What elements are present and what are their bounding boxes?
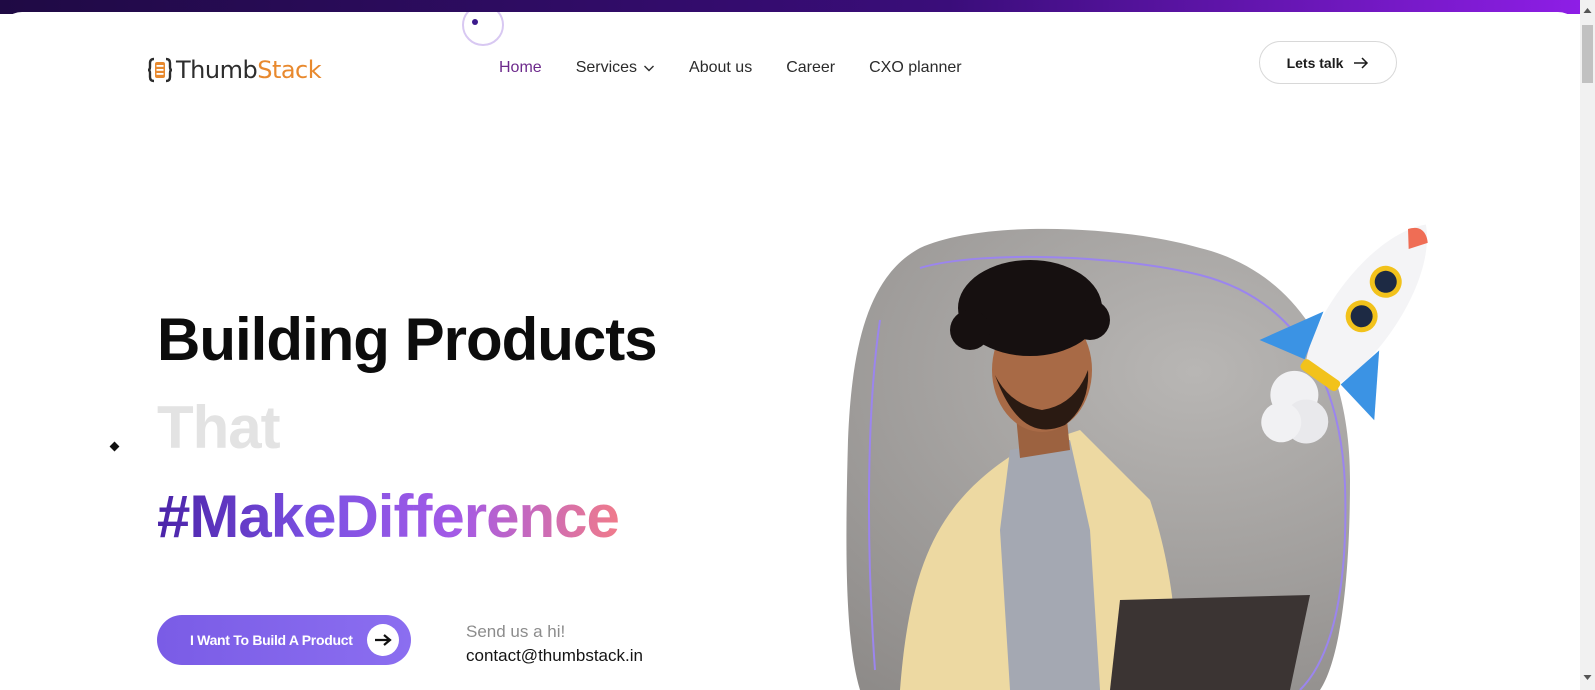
decorative-diamond xyxy=(109,441,120,452)
logo[interactable]: ThumbStack xyxy=(148,56,322,84)
build-product-button[interactable]: I Want To Build A Product xyxy=(157,615,411,665)
hero-title-line3: #MakeDifference xyxy=(157,483,620,550)
logo-icon xyxy=(148,57,172,83)
arrow-right-icon xyxy=(1354,56,1369,69)
nav-about-us[interactable]: About us xyxy=(689,59,752,77)
lets-talk-button[interactable]: Lets talk xyxy=(1259,41,1397,84)
logo-text: ThumbStack xyxy=(176,56,322,84)
lets-talk-label: Lets talk xyxy=(1286,54,1344,71)
send-hi-label: Send us a hi! xyxy=(466,622,566,641)
chevron-down-icon xyxy=(644,65,655,72)
nav-services[interactable]: Services xyxy=(576,59,655,77)
cursor-ring xyxy=(462,12,504,46)
cta-arrow-circle xyxy=(367,624,399,656)
main-nav: Home Services About us Career CXO planne… xyxy=(499,59,996,77)
page: ThumbStack Home Services About us Career… xyxy=(0,12,1580,690)
vertical-scrollbar[interactable] xyxy=(1580,0,1595,690)
logo-text-thumb: Thumb xyxy=(176,56,258,84)
hero-title-line2: That xyxy=(157,394,281,461)
scroll-down-icon[interactable] xyxy=(1580,670,1595,684)
nav-services-label: Services xyxy=(575,59,638,76)
nav-cxo-planner[interactable]: CXO planner xyxy=(869,59,962,77)
cursor-dot xyxy=(472,19,478,25)
build-product-label: I Want To Build A Product xyxy=(190,632,353,648)
nav-home[interactable]: Home xyxy=(499,59,542,77)
arrow-right-icon xyxy=(375,634,392,646)
scrollbar-thumb[interactable] xyxy=(1582,25,1593,83)
hero-illustration xyxy=(846,224,1428,690)
hero-title-line1: Building Products xyxy=(157,306,658,373)
scroll-up-icon[interactable] xyxy=(1580,4,1595,18)
contact-email-link[interactable]: contact@thumbstack.in xyxy=(466,646,643,666)
nav-career[interactable]: Career xyxy=(786,59,835,77)
logo-text-stack: Stack xyxy=(257,56,322,84)
